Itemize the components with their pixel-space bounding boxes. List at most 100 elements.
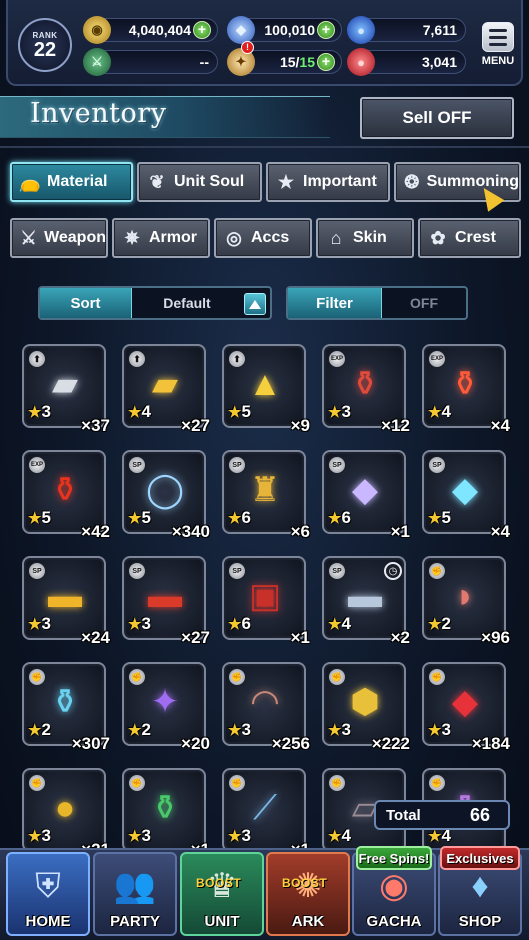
item-quantity: ×4	[490, 416, 510, 435]
tab-label: Important	[303, 173, 377, 190]
exclusives-badge[interactable]: Exclusives	[440, 846, 520, 870]
sp-badge-icon: SP	[328, 456, 346, 474]
sort-button[interactable]: Sort	[40, 288, 132, 318]
item-rarity: ★4	[328, 826, 351, 846]
nav-label: HOME	[25, 913, 71, 930]
gil-value: 4,040,404	[128, 22, 191, 38]
lapis-value: 100,010	[264, 22, 315, 38]
upgrade-badge-icon: ⬆	[228, 350, 246, 368]
arrow-up-icon	[249, 299, 261, 309]
tab-weapon[interactable]: ⚔ Weapon	[10, 218, 108, 258]
rarity-value: 4	[341, 826, 351, 845]
nav-label: SHOP	[458, 913, 502, 930]
tab-unit-soul[interactable]: ❦ Unit Soul	[137, 162, 262, 202]
strength-badge-icon: ✊	[28, 774, 46, 792]
nav-home[interactable]: ⛨ HOME	[6, 852, 90, 936]
item-quantity: ×4	[490, 522, 510, 541]
rarity-star-icon: ★	[428, 828, 442, 845]
exp-badge-icon: EXP	[428, 350, 446, 368]
add-gil-button[interactable]: +	[193, 21, 211, 39]
green-currency-counter: ⚔ --	[83, 48, 218, 76]
item-quantity: ×1	[290, 628, 310, 647]
tab-label: Skin	[353, 229, 387, 246]
sp-badge-icon: SP	[128, 562, 146, 580]
item-quantity: ×1	[390, 522, 410, 541]
strength-badge-icon: ✊	[228, 668, 246, 686]
item-quantity: ×340	[171, 522, 210, 541]
item-quantity: ×184	[471, 734, 510, 753]
clock-icon: ◷	[384, 562, 402, 580]
nav-label: PARTY	[110, 913, 160, 930]
tab-armor[interactable]: ✵ Armor	[112, 218, 210, 258]
item-quantity: ×20	[181, 734, 210, 753]
tab-label: Crest	[455, 229, 496, 246]
tab-crest[interactable]: ✿ Crest	[418, 218, 521, 258]
item-quantity: ×27	[181, 628, 210, 647]
rarity-star-icon: ★	[328, 828, 342, 845]
flame-soul-icon: ❦	[149, 171, 165, 192]
filter-control: Filter OFF	[286, 286, 468, 320]
total-value: 66	[469, 804, 490, 825]
exp-badge-icon: EXP	[328, 350, 346, 368]
menu-label: MENU	[481, 55, 515, 67]
filter-value: OFF	[410, 295, 438, 311]
item-quantity: ×256	[271, 734, 310, 753]
sort-order-toggle[interactable]	[244, 293, 266, 315]
tab-important[interactable]: ★ Important	[266, 162, 390, 202]
add-energy-button[interactable]: +	[317, 53, 335, 71]
tab-label: Summoning	[426, 173, 519, 190]
upgrade-badge-icon: ⬆	[128, 350, 146, 368]
header-divider	[0, 146, 529, 148]
item-quantity: ×222	[371, 734, 410, 753]
gil-counter: ◉ 4,040,404 +	[83, 16, 218, 44]
total-count: Total 66	[374, 800, 510, 830]
tab-skin[interactable]: ⌂ Skin	[316, 218, 414, 258]
item-quantity: ×12	[381, 416, 410, 435]
sort-value[interactable]: Default	[132, 295, 242, 311]
sp-badge-icon: SP	[328, 562, 346, 580]
red-currency-value: 3,041	[421, 54, 457, 70]
lapis-crystal-icon: ◆	[227, 16, 255, 44]
item-quantity: ×42	[81, 522, 110, 541]
exp-badge-icon: EXP	[28, 456, 46, 474]
nav-unit[interactable]: ♛ BOOST UNIT	[180, 852, 264, 936]
free-spins-badge[interactable]: Free Spins!	[356, 846, 432, 870]
strength-badge-icon: ✊	[128, 668, 146, 686]
nav-ark[interactable]: ✺ BOOST ARK	[266, 852, 350, 936]
hanger-icon: ⌂	[330, 227, 342, 248]
energy-alert-badge: !	[241, 41, 254, 54]
inventory-item[interactable]: ⚱ ✊ ★3	[122, 768, 206, 850]
tab-label: Unit Soul	[174, 173, 245, 190]
add-lapis-button[interactable]: +	[317, 21, 335, 39]
rank-badge[interactable]: RANK 22	[18, 18, 72, 72]
inventory-grid: ▰ ⬆ ★3 ×37 ▰ ⬆ ★4 ×27 ▲ ⬆ ★5 ×9 ⚱ EXP ★3 ×12 ⚱ EXP ★4 ×4 ⚱ EX…	[0, 336, 529, 850]
item-quantity: ×24	[81, 628, 110, 647]
menu-button[interactable]: MENU	[478, 22, 518, 72]
strength-badge-icon: ✊	[428, 774, 446, 792]
star-icon: ★	[277, 171, 295, 192]
nav-label: UNIT	[204, 913, 240, 930]
sell-toggle-button[interactable]: Sell OFF	[360, 97, 514, 139]
energy-max: 15	[299, 54, 315, 70]
lapis-counter: ◆ 100,010 +	[227, 16, 342, 44]
strength-badge-icon: ✊	[228, 774, 246, 792]
upgrade-badge-icon: ⬆	[28, 350, 46, 368]
inventory-item[interactable]: ⟋ ✊ ★3	[222, 768, 306, 850]
hamburger-icon	[482, 22, 514, 52]
item-quantity: ×96	[481, 628, 510, 647]
nav-party[interactable]: 👥 PARTY	[93, 852, 177, 936]
item-quantity: ×37	[81, 416, 110, 435]
inventory-item[interactable]: ● ✊ ★3	[22, 768, 106, 850]
filter-button[interactable]: Filter	[288, 288, 382, 318]
tab-material[interactable]: 👝 Material	[10, 162, 133, 202]
tab-label: Armor	[149, 229, 198, 246]
strength-badge-icon: ✊	[428, 562, 446, 580]
party-icon: 👥	[113, 867, 157, 905]
sp-badge-icon: SP	[428, 456, 446, 474]
red-currency-counter: ● 3,041	[347, 48, 466, 76]
sp-badge-icon: SP	[128, 456, 146, 474]
tab-accs[interactable]: ◎ Accs	[214, 218, 312, 258]
item-quantity: ×27	[181, 416, 210, 435]
page-title: Inventory	[30, 98, 167, 129]
tab-label: Accs	[251, 229, 290, 246]
